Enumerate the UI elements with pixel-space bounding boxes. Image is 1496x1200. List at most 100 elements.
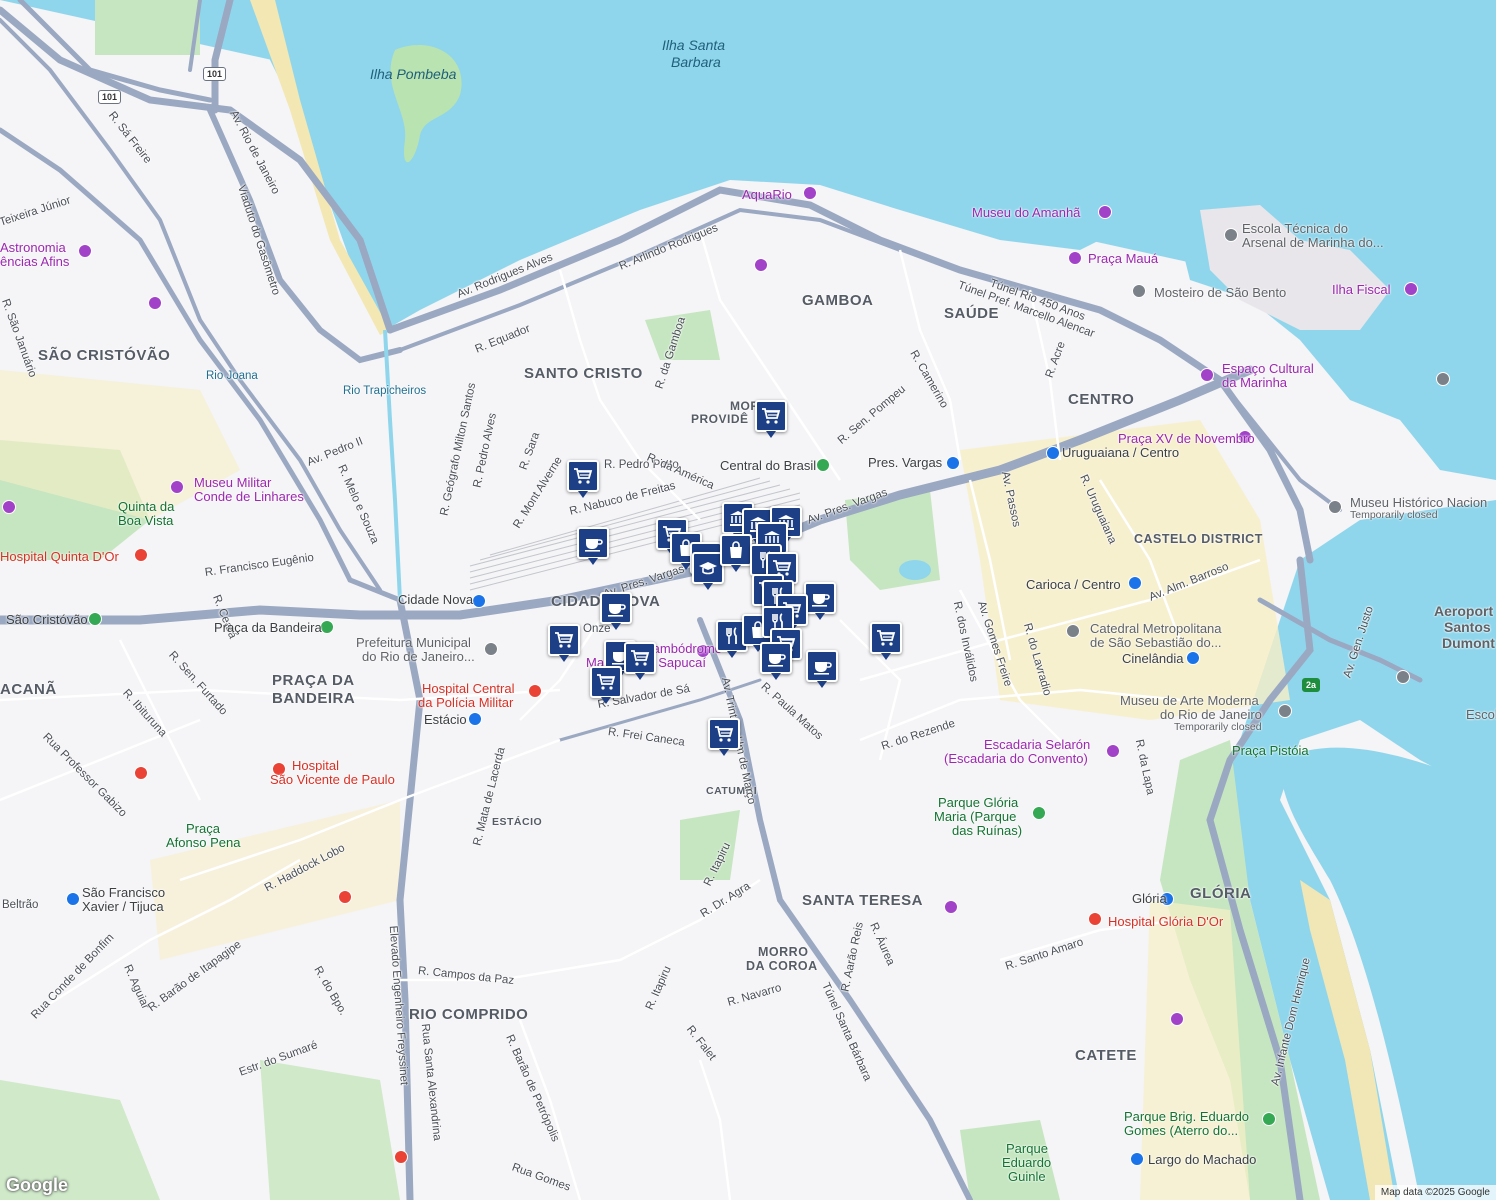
shopping-cart-marker-icon[interactable] (624, 642, 656, 680)
metro-icon[interactable] (472, 594, 486, 608)
poi-pres-vargas[interactable]: Pres. Vargas (868, 456, 942, 469)
poi-carioca[interactable]: Carioca / Centro (1026, 578, 1121, 591)
airport-icon[interactable] (1396, 670, 1410, 684)
metro-icon[interactable] (1046, 446, 1060, 460)
train-station-icon[interactable] (88, 612, 102, 626)
poi-museu-arte[interactable]: Museu de Arte Moderna (1120, 694, 1259, 707)
poi-escola-tecnica-2[interactable]: Arsenal de Marinha do... (1242, 236, 1384, 249)
coffee-cup-marker-icon[interactable] (760, 642, 792, 680)
poi-aquario[interactable]: AquaRio (742, 188, 792, 201)
poi-parque-gloria-2[interactable]: Maria (Parque (934, 810, 1016, 823)
poi-estacio-station[interactable]: Estácio (424, 713, 467, 726)
metro-icon[interactable] (1130, 1152, 1144, 1166)
coffee-cup-marker-icon[interactable] (806, 650, 838, 688)
poi-catedral-2[interactable]: de São Sebastião do... (1090, 636, 1222, 649)
hospital-icon[interactable] (134, 766, 148, 780)
poi-uruguaiana[interactable]: Uruguaiana / Centro (1062, 446, 1179, 459)
poi-aeroporto[interactable]: Aeroport (1434, 604, 1493, 618)
shopping-cart-marker-icon[interactable] (548, 624, 580, 662)
map-canvas[interactable]: SÃO CRISTÓVÃO SANTO CRISTO GAMBOA SAÚDE … (0, 0, 1496, 1200)
shopping-cart-marker-icon[interactable] (567, 460, 599, 498)
museum-icon[interactable] (1068, 251, 1082, 265)
poi-museu-amanha[interactable]: Museu do Amanhã (972, 206, 1080, 219)
poi-sao-francisco-2[interactable]: Xavier / Tijuca (82, 900, 164, 913)
museum-icon[interactable] (944, 900, 958, 914)
poi-praca-bandeira-station[interactable]: Praça da Bandeira (214, 621, 322, 634)
church-icon[interactable] (1066, 624, 1080, 638)
school-icon[interactable] (1224, 228, 1238, 242)
poi-parque-guinle[interactable]: Parque (1006, 1142, 1048, 1155)
city-hall-icon[interactable] (484, 642, 498, 656)
poi-museu-militar[interactable]: Museu Militar (194, 476, 271, 489)
poi-largo-machado[interactable]: Largo do Machado (1148, 1153, 1256, 1166)
poi-praca-pistoia[interactable]: Praça Pistóia (1232, 744, 1309, 757)
coffee-cup-marker-icon[interactable] (804, 582, 836, 620)
shopping-cart-marker-icon[interactable] (755, 400, 787, 438)
poi-prefeitura[interactable]: Prefeitura Municipal (356, 636, 471, 649)
poi-cinelandia[interactable]: Cinelândia (1122, 652, 1183, 665)
poi-museu-historico[interactable]: Museu Histórico Nacion (1350, 496, 1487, 509)
shopping-cart-marker-icon[interactable] (590, 666, 622, 704)
ship-icon[interactable] (1436, 372, 1450, 386)
poi-parque-guinle-2[interactable]: Eduardo (1002, 1156, 1051, 1169)
landmark-icon[interactable] (1132, 284, 1146, 298)
poi-gloria-station[interactable]: Glória (1132, 892, 1167, 905)
museum-icon[interactable] (78, 244, 92, 258)
poi-praca-xv[interactable]: Praça XV de Novembro (1118, 432, 1255, 445)
poi-hospital-svp[interactable]: Hospital (292, 759, 339, 772)
museum-icon[interactable] (2, 500, 16, 514)
poi-escadaria[interactable]: Escadaria Selarón (984, 738, 1090, 751)
poi-astronomia-2[interactable]: ências Afins (0, 255, 69, 268)
museum-icon[interactable] (1106, 744, 1120, 758)
poi-parque-brig-2[interactable]: Gomes (Aterro do... (1124, 1124, 1238, 1137)
hospital-icon[interactable] (338, 890, 352, 904)
hospital-icon[interactable] (528, 684, 542, 698)
poi-espaco-cultural[interactable]: Espaço Cultural (1222, 362, 1314, 375)
museum-icon[interactable] (1328, 500, 1342, 514)
coffee-cup-marker-icon[interactable] (600, 592, 632, 630)
poi-mosteiro[interactable]: Mosteiro de São Bento (1154, 286, 1286, 299)
museum-icon[interactable] (1200, 368, 1214, 382)
poi-aeroporto-3[interactable]: Dumont (1442, 636, 1495, 650)
poi-museu-militar-2[interactable]: Conde de Linhares (194, 490, 304, 503)
poi-cidade-nova-station[interactable]: Cidade Nova (398, 593, 473, 606)
poi-quinta-2[interactable]: Boa Vista (118, 514, 173, 527)
museum-icon[interactable] (754, 258, 768, 272)
shopping-bag-marker-icon[interactable] (720, 534, 752, 572)
metro-icon[interactable] (1128, 576, 1142, 590)
train-station-icon[interactable] (816, 458, 830, 472)
coffee-cup-marker-icon[interactable] (577, 527, 609, 565)
poi-museu-arte-2[interactable]: do Rio de Janeiro (1160, 708, 1262, 721)
poi-quinta[interactable]: Quinta da (118, 500, 174, 513)
museum-icon[interactable] (170, 480, 184, 494)
shopping-cart-marker-icon[interactable] (708, 718, 740, 756)
metro-icon[interactable] (66, 892, 80, 906)
museum-icon[interactable] (1278, 704, 1292, 718)
museum-icon[interactable] (1098, 205, 1112, 219)
poi-aeroporto-2[interactable]: Santos (1444, 620, 1491, 634)
poi-parque-guinle-3[interactable]: Guinle (1008, 1170, 1046, 1183)
park-icon[interactable] (1032, 806, 1046, 820)
metro-icon[interactable] (946, 456, 960, 470)
poi-hospital-pm[interactable]: Hospital Central (422, 682, 515, 695)
poi-hospital-gloria[interactable]: Hospital Glória D'Or (1108, 915, 1223, 928)
museum-icon[interactable] (1404, 282, 1418, 296)
museum-icon[interactable] (1170, 1012, 1184, 1026)
poi-praca-maua[interactable]: Praça Mauá (1088, 252, 1158, 265)
poi-parque-gloria[interactable]: Parque Glória (938, 796, 1018, 809)
poi-ilha-fiscal[interactable]: Ilha Fiscal (1332, 283, 1391, 296)
poi-sao-francisco[interactable]: São Francisco (82, 886, 165, 899)
poi-espaco-cultural-2[interactable]: da Marinha (1222, 376, 1287, 389)
poi-praca-afonso-2[interactable]: Afonso Pena (166, 836, 240, 849)
metro-icon[interactable] (468, 712, 482, 726)
train-station-icon[interactable] (320, 620, 334, 634)
hospital-icon[interactable] (1088, 912, 1102, 926)
metro-icon[interactable] (1186, 651, 1200, 665)
poi-parque-gloria-3[interactable]: das Ruínas) (952, 824, 1022, 837)
poi-sao-cristovao-station[interactable]: São Cristóvão (6, 613, 88, 626)
poi-hospital-quinta[interactable]: Hospital Quinta D'Or (0, 550, 119, 563)
poi-hospital-pm-2[interactable]: da Polícia Militar (418, 696, 513, 709)
poi-escadaria-2[interactable]: (Escadaria do Convento) (944, 752, 1088, 765)
museum-icon[interactable] (148, 296, 162, 310)
poi-catedral[interactable]: Catedral Metropolitana (1090, 622, 1222, 635)
